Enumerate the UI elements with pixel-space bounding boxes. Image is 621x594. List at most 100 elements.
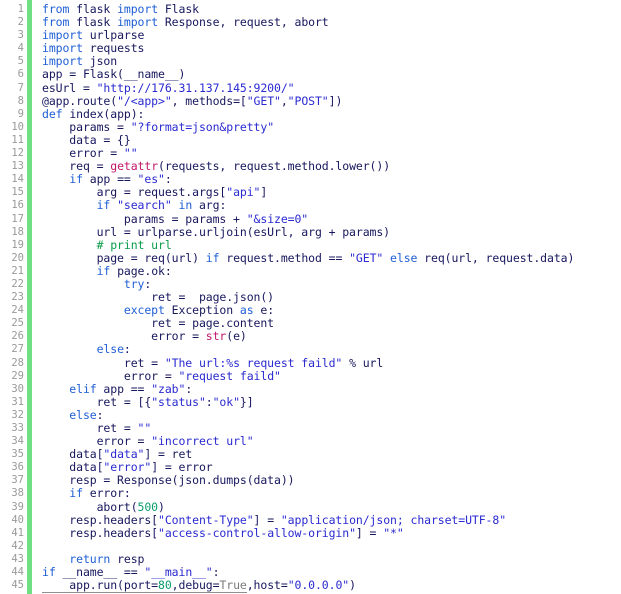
token-string: "The url:%s request faild" bbox=[164, 355, 343, 370]
token-name: data = {} bbox=[42, 132, 131, 147]
token-name: req(url, request.data) bbox=[417, 250, 575, 265]
token-string: "request faild" bbox=[178, 368, 281, 383]
token-name: resp = Response(json.dumps(data)) bbox=[42, 473, 295, 488]
token-keyword: except bbox=[123, 303, 165, 318]
token-string: "zab" bbox=[151, 381, 186, 396]
token-keyword: if bbox=[205, 250, 220, 265]
token-name bbox=[42, 277, 124, 291]
token-name: : bbox=[205, 394, 213, 409]
token-name: ] = bbox=[253, 512, 281, 527]
token-name: app == bbox=[96, 381, 152, 396]
token-string: "application/json; charset=UTF-8" bbox=[280, 512, 507, 527]
token-name: url = urlparse.urljoin(esUrl, arg + para… bbox=[42, 224, 391, 239]
token-keyword: from bbox=[42, 15, 70, 30]
token-keyword: if bbox=[96, 198, 111, 213]
token-name: params = params + bbox=[42, 211, 247, 226]
token-name: error = bbox=[42, 329, 206, 344]
token-string: "*" bbox=[383, 525, 404, 540]
code-editor[interactable]: 1 2 3 4 5 6 7 8 9 10 11 12 13 14 15 16 1… bbox=[0, 0, 621, 594]
token-name: : bbox=[164, 172, 172, 187]
token-keyword: try bbox=[123, 276, 145, 291]
line-number: 25 bbox=[11, 317, 24, 330]
token-name bbox=[42, 486, 69, 500]
code-content[interactable]: from flask import Flask from flask impor… bbox=[37, 0, 621, 594]
token-name: data[ bbox=[42, 460, 104, 475]
token-string: "GET" bbox=[246, 93, 281, 108]
token-keyword: import bbox=[42, 54, 83, 69]
line-number: 44 bbox=[11, 566, 24, 579]
line-number: 45 bbox=[11, 579, 24, 592]
line-number: 30 bbox=[11, 382, 24, 395]
line-number: 1 bbox=[17, 3, 24, 15]
line-number: 37 bbox=[11, 474, 24, 487]
token-string: "data" bbox=[103, 447, 145, 462]
line-number: 28 bbox=[11, 356, 24, 369]
token-name: error = bbox=[42, 146, 124, 161]
token-string: "error" bbox=[103, 460, 152, 475]
token-name: ret = [{ bbox=[42, 394, 152, 409]
token-name: ret = bbox=[42, 355, 165, 370]
token-name: arg: bbox=[192, 198, 227, 213]
token-keyword: def bbox=[42, 106, 63, 121]
line-number: 4 bbox=[17, 42, 24, 55]
line-number: 35 bbox=[11, 448, 24, 461]
token-keyword: import bbox=[42, 28, 83, 43]
token-name bbox=[42, 552, 69, 566]
token-string: "?format=json&pretty" bbox=[130, 119, 275, 134]
token-name: resp bbox=[110, 551, 145, 566]
token-keyword: if bbox=[69, 486, 83, 501]
token-name: esUrl = bbox=[42, 80, 97, 95]
token-name: % url bbox=[342, 355, 384, 370]
line-number: 41 bbox=[11, 526, 24, 539]
token-name: page.ok: bbox=[110, 263, 172, 278]
token-string: "status" bbox=[151, 394, 206, 409]
token-keyword: else bbox=[390, 250, 418, 265]
token-string: "ok" bbox=[212, 394, 240, 409]
token-keyword: return bbox=[69, 551, 111, 566]
line-number: 10 bbox=[11, 120, 24, 133]
token-string: "http://176.31.137.145:9200/" bbox=[96, 80, 295, 95]
line-number-gutter: 1 2 3 4 5 6 7 8 9 10 11 12 13 14 15 16 1… bbox=[0, 0, 27, 593]
token-number: 500 bbox=[137, 499, 159, 514]
token-name: data[ bbox=[42, 447, 104, 462]
line-number: 42 bbox=[11, 539, 24, 552]
token-string: "" bbox=[137, 421, 152, 435]
token-function-name: index(app): bbox=[69, 106, 145, 121]
token-string: "/<app>" bbox=[117, 93, 172, 108]
line-number: 16 bbox=[11, 199, 24, 212]
token-string: "access-control-allow-origin" bbox=[158, 525, 356, 540]
token-module: flask bbox=[76, 15, 111, 30]
token-name: Exception bbox=[164, 303, 240, 318]
token-constant: True bbox=[219, 578, 247, 594]
token-name bbox=[42, 408, 69, 422]
token-string: "&size=0" bbox=[246, 211, 309, 226]
token-string: "0.0.0.0" bbox=[287, 578, 350, 593]
token-keyword: as bbox=[239, 303, 254, 318]
line-number: 11 bbox=[11, 133, 24, 146]
token-keyword: if bbox=[69, 172, 83, 187]
code-line: resp.headers["access-control-allow-origi… bbox=[42, 525, 621, 540]
token-name: : bbox=[144, 276, 152, 291]
token-name: error = bbox=[42, 368, 179, 383]
line-number: 34 bbox=[11, 435, 24, 448]
token-string: "POST" bbox=[287, 93, 329, 108]
token-name bbox=[42, 264, 97, 278]
token-keyword: import bbox=[117, 2, 159, 16]
token-name: arg = request.args[ bbox=[42, 185, 227, 200]
token-name: Response, request, abort bbox=[164, 15, 329, 30]
token-keyword: elif bbox=[69, 381, 97, 396]
line-number: 7 bbox=[17, 81, 24, 94]
line-number: 18 bbox=[11, 225, 24, 238]
token-name: : bbox=[212, 565, 220, 580]
line-number: 17 bbox=[11, 212, 24, 225]
line-number: 33 bbox=[11, 422, 24, 434]
token-name: app.run(port= bbox=[42, 578, 159, 594]
token-name bbox=[42, 342, 97, 356]
token-string: "GET" bbox=[349, 250, 384, 265]
token-name: page = req(url) bbox=[42, 250, 206, 265]
line-number: 43 bbox=[11, 552, 24, 565]
line-number: 36 bbox=[11, 461, 24, 474]
token-name: __name__ == bbox=[55, 565, 145, 580]
token-string: "es" bbox=[137, 172, 165, 187]
token-name: Flask bbox=[164, 2, 199, 16]
